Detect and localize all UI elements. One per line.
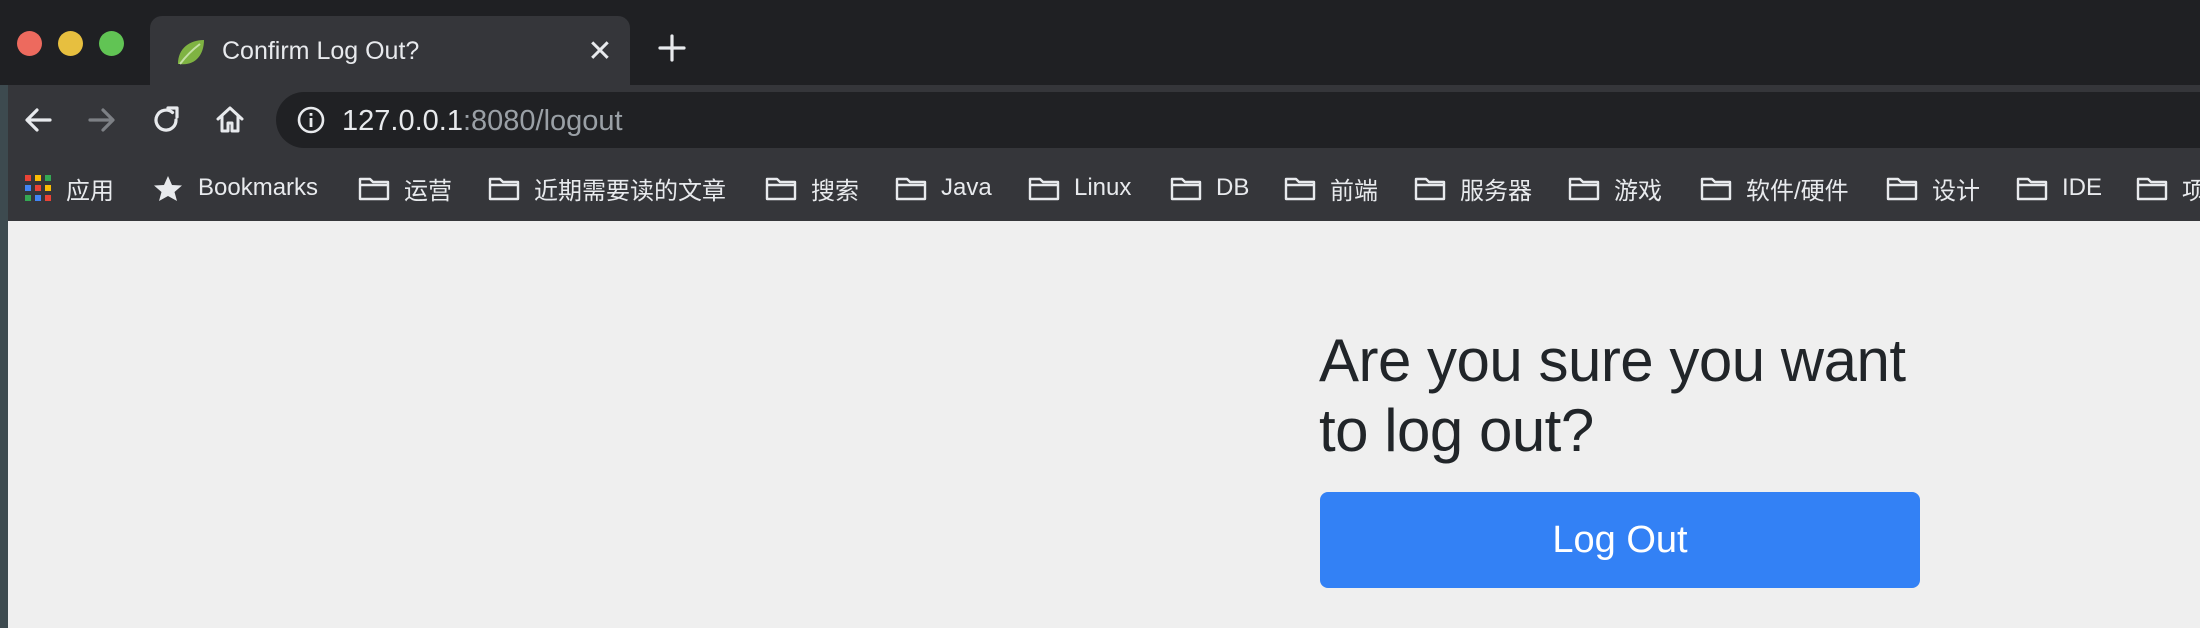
bookmark-label: 应用 bbox=[66, 177, 114, 205]
back-arrow-icon[interactable] bbox=[20, 102, 56, 138]
bookmark-label: IDE bbox=[2062, 174, 2103, 201]
bookmark-label: 前端 bbox=[1330, 177, 1378, 205]
bookmark-label: Java bbox=[941, 174, 992, 201]
folder-icon bbox=[2136, 177, 2168, 201]
bookmark-item[interactable]: Bookmarks bbox=[152, 155, 318, 221]
folder-icon bbox=[765, 177, 797, 201]
browser-toolbar: 127.0.0.1:8080/logout bbox=[0, 85, 2200, 155]
star-icon bbox=[154, 176, 182, 201]
folder-icon bbox=[1284, 177, 1316, 201]
bookmark-label: Linux bbox=[1074, 174, 1132, 201]
folder-icon bbox=[1414, 177, 1446, 201]
address-bar[interactable]: 127.0.0.1:8080/logout bbox=[276, 92, 2200, 148]
log-out-button[interactable]: Log Out bbox=[1320, 492, 1920, 588]
site-info-icon[interactable] bbox=[296, 105, 326, 135]
browser-tab-active[interactable]: Confirm Log Out? ✕ bbox=[150, 16, 630, 85]
bookmark-label: 服务器 bbox=[1460, 177, 1532, 205]
bookmark-apps[interactable]: 应用 bbox=[24, 155, 114, 221]
tab-title: Confirm Log Out? bbox=[222, 37, 420, 65]
bookmark-label: Bookmarks bbox=[198, 174, 319, 201]
bookmark-label: 游戏 bbox=[1614, 177, 1662, 205]
bookmark-item[interactable]: 设计 bbox=[1886, 155, 1980, 221]
bookmark-item[interactable]: DB bbox=[1170, 155, 1249, 221]
home-icon[interactable] bbox=[212, 102, 248, 138]
bookmark-label: 设计 bbox=[1932, 177, 1980, 205]
apps-grid-icon bbox=[25, 175, 51, 201]
close-window-button[interactable] bbox=[17, 31, 42, 56]
folder-icon bbox=[1568, 177, 1600, 201]
bookmark-item[interactable]: IDE bbox=[2016, 155, 2102, 221]
folder-icon bbox=[1028, 177, 1060, 201]
tab-strip: Confirm Log Out? ✕ bbox=[0, 0, 2200, 85]
bookmark-item[interactable]: 近期需要读的文章 bbox=[488, 155, 726, 221]
bookmark-item[interactable]: Linux bbox=[1028, 155, 1131, 221]
folder-icon bbox=[1700, 177, 1732, 201]
page-content: Are you sure you want to log out? Log Ou… bbox=[8, 221, 2200, 628]
folder-icon bbox=[358, 177, 390, 201]
bookmark-item[interactable]: Java bbox=[895, 155, 992, 221]
bookmark-item[interactable]: 项 bbox=[2136, 155, 2200, 221]
folder-icon bbox=[1170, 177, 1202, 201]
maximize-window-button[interactable] bbox=[99, 31, 124, 56]
bookmark-label: 项 bbox=[2182, 177, 2200, 205]
bookmark-label: 软件/硬件 bbox=[1746, 177, 1849, 205]
folder-icon bbox=[1886, 177, 1918, 201]
bookmark-item[interactable]: 服务器 bbox=[1414, 155, 1532, 221]
bookmark-item[interactable]: 游戏 bbox=[1568, 155, 1662, 221]
minimize-window-button[interactable] bbox=[58, 31, 83, 56]
window-edge bbox=[0, 85, 8, 628]
folder-icon bbox=[2016, 177, 2048, 201]
bookmark-item[interactable]: 前端 bbox=[1284, 155, 1378, 221]
bookmark-label: 搜索 bbox=[811, 177, 859, 205]
spring-leaf-icon bbox=[178, 40, 204, 65]
bookmark-label: 近期需要读的文章 bbox=[534, 177, 726, 205]
url-text[interactable]: 127.0.0.1:8080/logout bbox=[342, 104, 623, 138]
url-path: :8080/logout bbox=[462, 105, 623, 137]
folder-icon bbox=[895, 177, 927, 201]
bookmark-label: DB bbox=[1216, 174, 1250, 201]
bookmark-item[interactable]: 运营 bbox=[358, 155, 452, 221]
bookmark-item[interactable]: 软件/硬件 bbox=[1700, 155, 1849, 221]
new-tab-plus-icon[interactable] bbox=[654, 30, 690, 66]
url-host: 127.0.0.1 bbox=[342, 105, 463, 137]
folder-icon bbox=[488, 177, 520, 201]
bookmark-item[interactable]: 搜索 bbox=[765, 155, 859, 221]
page-title: Are you sure you want to log out? bbox=[1319, 327, 1906, 464]
bookmarks-bar: 应用 Bookmarks 运营 近期需要读的文章 搜索 Java Linux DB 前端 服务器… bbox=[0, 155, 2200, 221]
tab-close-icon[interactable]: ✕ bbox=[584, 36, 616, 68]
bookmark-label: 运营 bbox=[404, 177, 452, 205]
forward-arrow-icon[interactable] bbox=[84, 102, 120, 138]
reload-icon[interactable] bbox=[148, 102, 184, 138]
